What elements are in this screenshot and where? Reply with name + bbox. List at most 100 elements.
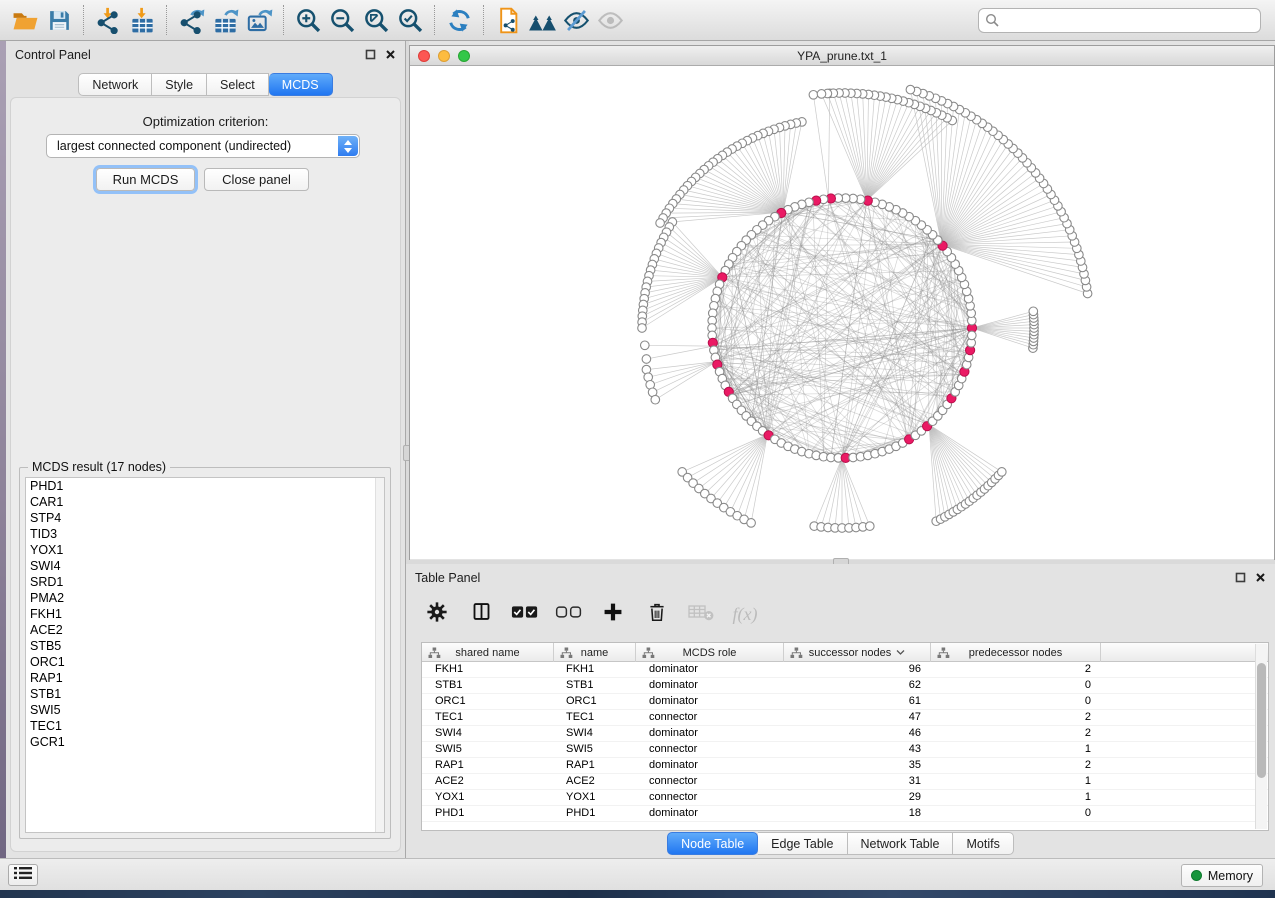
scrollbar-thumb[interactable] — [1257, 663, 1266, 778]
result-node-item[interactable]: SWI5 — [26, 702, 384, 718]
import-table-from-file-icon — [129, 7, 156, 34]
network-canvas[interactable] — [410, 66, 1274, 559]
column-header-name[interactable]: name — [554, 643, 636, 662]
memory-button[interactable]: Memory — [1181, 864, 1263, 887]
result-node-item[interactable]: YOX1 — [26, 542, 384, 558]
new-network-from-selection-button[interactable] — [491, 4, 525, 36]
result-node-item[interactable]: ACE2 — [26, 622, 384, 638]
network-window-titlebar[interactable]: YPA_prune.txt_1 — [410, 46, 1274, 66]
create-column-button[interactable] — [596, 596, 630, 632]
save-session-button[interactable] — [42, 4, 76, 36]
column-header-predecessor-nodes[interactable]: predecessor nodes — [931, 643, 1101, 662]
result-node-item[interactable]: TID3 — [26, 526, 384, 542]
result-node-item[interactable]: STB5 — [26, 638, 384, 654]
table-row[interactable]: SWI4SWI4dominator462 — [422, 726, 1268, 742]
table-row[interactable]: YOX1YOX1connector291 — [422, 790, 1268, 806]
result-node-item[interactable]: SWI4 — [26, 558, 384, 574]
show-panels-list-button[interactable] — [8, 864, 38, 886]
network-node[interactable] — [817, 90, 826, 99]
delete-table-button[interactable] — [684, 596, 718, 632]
import-table-from-file-button[interactable] — [125, 4, 159, 36]
network-node[interactable] — [809, 91, 818, 100]
create-column-icon — [602, 601, 624, 628]
network-node[interactable] — [968, 331, 977, 340]
refresh-view-button[interactable] — [442, 4, 476, 36]
result-node-item[interactable]: RAP1 — [26, 670, 384, 686]
network-node[interactable] — [747, 519, 756, 528]
export-image-button[interactable] — [242, 4, 276, 36]
import-network-from-file-button[interactable] — [91, 4, 125, 36]
table-row[interactable]: FKH1FKH1dominator962 — [422, 662, 1268, 678]
open-session-icon — [12, 8, 39, 33]
function-builder-button[interactable]: f(x) — [728, 596, 762, 632]
table-options-button[interactable] — [420, 596, 454, 632]
hide-selected-button[interactable] — [559, 4, 593, 36]
result-node-item[interactable]: PHD1 — [26, 478, 384, 494]
result-node-item[interactable]: PMA2 — [26, 590, 384, 606]
close-panel-icon[interactable] — [385, 49, 396, 60]
network-node[interactable] — [656, 219, 665, 228]
table-scrollbar[interactable] — [1255, 644, 1267, 829]
tab-select[interactable]: Select — [207, 73, 269, 96]
tab-motifs[interactable]: Motifs — [953, 832, 1013, 855]
zoom-out-button[interactable] — [325, 4, 359, 36]
result-node-item[interactable]: CAR1 — [26, 494, 384, 510]
tab-network-table[interactable]: Network Table — [848, 832, 954, 855]
tab-network[interactable]: Network — [78, 73, 152, 96]
show-columns-button[interactable] — [464, 596, 498, 632]
network-node[interactable] — [642, 355, 651, 364]
control-panel-tabs: NetworkStyleSelectMCDS — [6, 73, 405, 96]
result-node-item[interactable]: TEC1 — [26, 718, 384, 734]
network-node[interactable] — [906, 85, 915, 94]
close-panel-button[interactable]: Close panel — [204, 168, 309, 191]
export-table-button[interactable] — [208, 4, 242, 36]
network-node[interactable] — [641, 341, 650, 350]
network-node[interactable] — [638, 324, 647, 333]
table-row[interactable]: SWI5SWI5connector431 — [422, 742, 1268, 758]
table-row[interactable]: STB1STB1dominator620 — [422, 678, 1268, 694]
network-node[interactable] — [998, 468, 1007, 477]
result-node-item[interactable]: FKH1 — [26, 606, 384, 622]
select-all-button[interactable] — [508, 596, 542, 632]
zoom-out-icon — [329, 7, 356, 34]
float-panel-icon[interactable] — [365, 49, 376, 60]
deselect-all-button[interactable] — [552, 596, 586, 632]
network-node[interactable] — [651, 395, 660, 404]
tab-mcds[interactable]: MCDS — [269, 73, 333, 96]
network-node[interactable] — [1029, 307, 1038, 316]
result-node-item[interactable]: GCR1 — [26, 734, 384, 750]
table-row[interactable]: RAP1RAP1dominator352 — [422, 758, 1268, 774]
column-header-shared-name[interactable]: shared name — [422, 643, 554, 662]
zoom-fit-content-button[interactable] — [359, 4, 393, 36]
table-row[interactable]: TEC1TEC1connector472 — [422, 710, 1268, 726]
tab-node-table[interactable]: Node Table — [667, 832, 758, 855]
tab-style[interactable]: Style — [152, 73, 207, 96]
table-row[interactable]: PHD1PHD1dominator180 — [422, 806, 1268, 822]
result-list-scrollbar[interactable] — [375, 478, 384, 832]
run-mcds-button[interactable]: Run MCDS — [96, 168, 195, 191]
column-header-MCDS-role[interactable]: MCDS role — [636, 643, 784, 662]
table-row[interactable]: ORC1ORC1dominator610 — [422, 694, 1268, 710]
cell-shared-name: STB1 — [422, 678, 554, 693]
result-node-item[interactable]: STP4 — [26, 510, 384, 526]
table-body: FKH1FKH1dominator962STB1STB1dominator620… — [422, 662, 1268, 822]
export-network-button[interactable] — [174, 4, 208, 36]
result-node-item[interactable]: SRD1 — [26, 574, 384, 590]
result-node-item[interactable]: ORC1 — [26, 654, 384, 670]
zoom-selected-region-button[interactable] — [393, 4, 427, 36]
table-row[interactable]: ACE2ACE2connector311 — [422, 774, 1268, 790]
search-input[interactable] — [978, 8, 1261, 33]
close-panel-icon[interactable] — [1255, 572, 1266, 583]
tab-edge-table[interactable]: Edge Table — [758, 832, 847, 855]
delete-columns-button[interactable] — [640, 596, 674, 632]
optimization-criterion-select[interactable]: largest connected component (undirected) — [46, 134, 360, 158]
table-toolbar: f(x) — [420, 592, 762, 636]
zoom-in-button[interactable] — [291, 4, 325, 36]
float-panel-icon[interactable] — [1235, 572, 1246, 583]
first-neighbors-button[interactable] — [525, 4, 559, 36]
show-all-button[interactable] — [593, 4, 627, 36]
open-session-button[interactable] — [8, 4, 42, 36]
column-header-successor-nodes[interactable]: successor nodes — [784, 643, 931, 662]
network-node[interactable] — [866, 522, 875, 531]
result-node-item[interactable]: STB1 — [26, 686, 384, 702]
